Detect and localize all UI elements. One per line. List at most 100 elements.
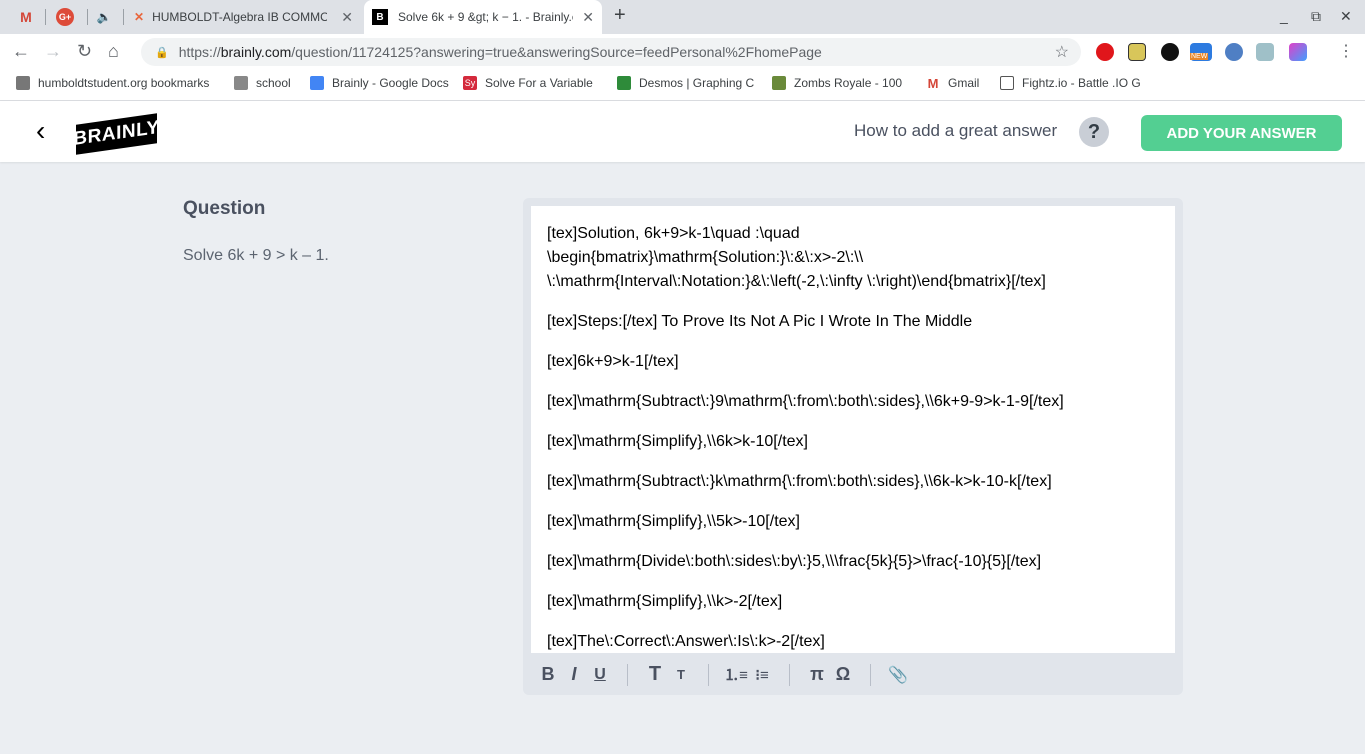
answer-paragraph: [tex]\mathrm{Divide\:both\:sides\:by\:}5… (547, 553, 1042, 570)
docs-icon (310, 76, 324, 90)
bookmark-label: Fightz.io - Battle .IO G (1022, 76, 1141, 90)
tab-bar: M G+ 🔈 ✕ HUMBOLDT-Algebra IB COMMON ✕ B … (0, 0, 1365, 34)
close-tab-icon[interactable]: ✕ (341, 9, 353, 26)
close-tab-icon[interactable]: ✕ (582, 9, 594, 26)
tab-humboldt[interactable]: ✕ HUMBOLDT-Algebra IB COMMON ✕ (126, 0, 361, 34)
answer-paragraph: [tex]\mathrm{Subtract\:}9\mathrm{\:from\… (547, 393, 1064, 410)
toolbar-divider (627, 663, 628, 686)
pixel-extension-icon[interactable] (1289, 43, 1307, 61)
google-plus-pinned-tab[interactable]: G+ (53, 7, 77, 27)
tab-favicon-icon: ✕ (134, 10, 145, 24)
audio-pinned-tab[interactable]: 🔈 (92, 7, 116, 27)
url-path: /question/11724125?answering=true&answer… (291, 44, 822, 60)
bookmark-gmail[interactable]: M Gmail (926, 75, 980, 91)
answer-line: \:\mathrm{Interval\:Notation:}&\:\left(-… (547, 273, 1046, 290)
question-heading: Question (183, 198, 266, 219)
bookmark-label: Solve For a Variable (485, 76, 593, 90)
add-your-answer-button[interactable]: ADD YOUR ANSWER (1141, 115, 1342, 151)
answer-paragraph: [tex]\mathrm{Simplify},\\6k>k-10[/tex] (547, 433, 808, 450)
toolbar-divider (870, 663, 871, 686)
logo-text: BRAINLY (73, 116, 160, 151)
help-icon[interactable]: ? (1079, 117, 1109, 147)
heading-button[interactable]: T (642, 663, 668, 686)
omega-button[interactable]: Ω (830, 664, 856, 685)
attachment-icon[interactable]: 📎 (885, 665, 911, 685)
new-tab-button[interactable]: + (614, 4, 626, 27)
bookmark-label: Desmos | Graphing C (639, 76, 755, 90)
editor-toolbar: B I U T T ⒈≡ ⁝≡ π Ω 📎 (523, 654, 1183, 695)
question-text: Solve 6k + 9 > k – 1. (183, 247, 329, 264)
bookmark-label: humboldtstudent.org bookmarks (38, 76, 210, 90)
tab-title: Solve 6k + 9 &gt; k − 1. - Brainly.c (398, 10, 573, 24)
answer-line: \begin{bmatrix}\mathrm{Solution:}\:&\:x>… (547, 249, 864, 266)
reload-icon[interactable]: ↻ (77, 41, 92, 62)
answer-paragraph: [tex]The\:Correct\:Answer\:Is\:k>-2[/tex… (547, 633, 825, 650)
tab-brainly[interactable]: B Solve 6k + 9 &gt; k − 1. - Brainly.c ✕ (364, 0, 602, 34)
tab-divider (45, 9, 46, 25)
bookmarks-bar: humboldtstudent.org bookmarks school Bra… (0, 68, 1365, 101)
tab-divider (87, 9, 88, 25)
new-badge: NEW (1190, 53, 1209, 60)
gmail-pinned-tab[interactable]: M (14, 7, 38, 27)
url-prefix: https:// (178, 44, 221, 60)
bookmark-folder-icon (16, 76, 30, 90)
bookmark-school[interactable]: school (234, 76, 291, 90)
restore-button[interactable]: ⧉ (1311, 8, 1321, 25)
bookmark-label: school (256, 76, 291, 90)
bookmark-label: Zombs Royale - 100 (794, 76, 903, 90)
app-extension-icon[interactable] (1256, 43, 1274, 61)
home-icon[interactable]: ⌂ (108, 41, 119, 62)
n-extension-icon[interactable] (1128, 43, 1146, 61)
toolbar-divider (708, 663, 709, 686)
bookmark-zombs[interactable]: Zombs Royale - 100 (772, 76, 902, 90)
page-icon (1000, 76, 1014, 90)
answer-paragraph: [tex]\mathrm{Subtract\:}k\mathrm{\:from\… (547, 473, 1052, 490)
answer-line: [tex]Solution, 6k+9>k-1\quad :\quad (547, 225, 800, 242)
italic-button[interactable]: I (561, 664, 587, 685)
globe-extension-icon[interactable] (1225, 43, 1243, 61)
lock-icon: 🔒 (155, 46, 169, 59)
desmos-icon (617, 76, 631, 90)
answer-paragraph: [tex]6k+9>k-1[/tex] (547, 353, 679, 370)
zombs-icon (772, 76, 786, 90)
bookmark-humboldt[interactable]: humboldtstudent.org bookmarks (16, 76, 209, 90)
unordered-list-icon[interactable]: ⁝≡ (749, 666, 775, 684)
minimize-button[interactable]: _ (1280, 8, 1288, 24)
folder-icon (234, 76, 248, 90)
answer-paragraph: [tex]\mathrm{Simplify},\\k>-2[/tex] (547, 593, 783, 610)
gmail-icon: M (927, 75, 939, 91)
tab-title: HUMBOLDT-Algebra IB COMMON (152, 10, 328, 24)
record-extension-icon[interactable] (1161, 43, 1179, 61)
answer-textarea[interactable]: [tex]Solution, 6k+9>k-1\quad :\quad \beg… (531, 206, 1175, 653)
brainly-logo[interactable]: BRAINLY (73, 113, 160, 155)
toolbar-divider (789, 663, 790, 686)
bookmark-desmos[interactable]: Desmos | Graphing C (617, 76, 754, 90)
bold-button[interactable]: B (535, 664, 561, 685)
bookmark-label: Brainly - Google Docs (332, 76, 449, 90)
small-heading-button[interactable]: T (668, 667, 694, 682)
brainly-header: ‹ BRAINLY How to add a great answer ? AD… (0, 101, 1365, 162)
star-icon[interactable]: ☆ (1055, 42, 1069, 62)
underline-button[interactable]: U (587, 666, 613, 684)
ordered-list-icon[interactable]: ⒈≡ (723, 664, 749, 685)
tab-divider (123, 9, 124, 25)
bookmark-solve-variable[interactable]: Sy Solve For a Variable (463, 76, 593, 90)
answer-paragraph: [tex]Steps:[/tex] To Prove Its Not A Pic… (547, 313, 973, 330)
how-to-answer-link[interactable]: How to add a great answer (854, 121, 1057, 141)
brainly-favicon-icon: B (372, 9, 388, 25)
address-bar[interactable]: 🔒 https://brainly.com/question/11724125?… (141, 38, 1081, 66)
sy-icon: Sy (463, 76, 477, 90)
answer-editor: [tex]Solution, 6k+9>k-1\quad :\quad \beg… (523, 198, 1183, 695)
back-chevron-icon[interactable]: ‹ (36, 115, 45, 147)
bookmark-brainly-docs[interactable]: Brainly - Google Docs (310, 76, 449, 90)
new-extension-icon[interactable]: NEW (1190, 43, 1212, 61)
close-window-button[interactable]: ✕ (1340, 8, 1352, 25)
answer-paragraph: [tex]Solution, 6k+9>k-1\quad :\quad \beg… (547, 222, 1159, 294)
bookmark-fightz[interactable]: Fightz.io - Battle .IO G (1000, 76, 1141, 90)
back-icon[interactable]: ← (12, 41, 30, 62)
forward-icon[interactable]: → (44, 41, 62, 62)
pi-button[interactable]: π (804, 664, 830, 685)
opera-extension-icon[interactable] (1096, 43, 1114, 61)
menu-icon[interactable]: ⋮ (1338, 41, 1354, 61)
answer-paragraph: [tex]\mathrm{Simplify},\\5k>-10[/tex] (547, 513, 800, 530)
